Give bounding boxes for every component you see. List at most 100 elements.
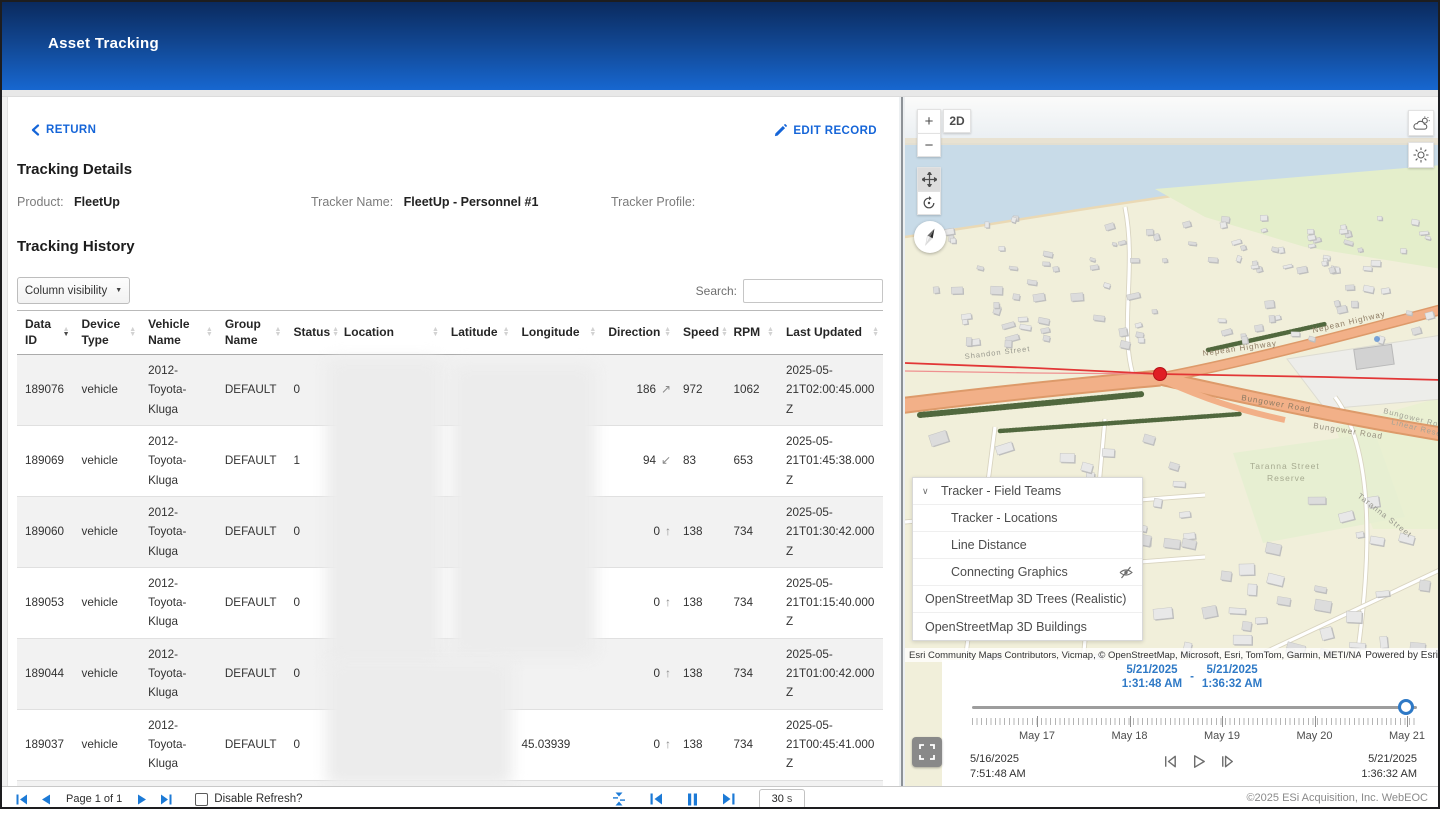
refresh-interval-value: 30 — [772, 793, 784, 805]
layer-label: OpenStreetMap 3D Buildings — [925, 620, 1087, 634]
axis-label: May 19 — [1204, 730, 1240, 742]
column-header-longitude[interactable]: Longitude▲▼ — [514, 311, 601, 355]
table-header-row: Data ID▲▼Device Type▲▼Vehicle Name▲▼Grou… — [17, 311, 883, 355]
layer-item-tracker-field-teams[interactable]: ∨Tracker - Field Teams — [913, 478, 1142, 505]
cell-direction: 94↙ — [600, 426, 675, 497]
cell-status: 0 — [285, 567, 335, 638]
time-slider-ticks — [972, 718, 1417, 725]
tracker-name-label: Tracker Name: — [311, 195, 393, 209]
powered-by-esri: Powered by Esri — [1361, 650, 1440, 661]
cell-direction: 0↑ — [600, 567, 675, 638]
edit-record-button[interactable]: EDIT RECORD — [774, 124, 877, 137]
footer-bar: Page 1 of 1 Disable Refresh? — [2, 786, 1438, 809]
weather-button[interactable] — [1408, 110, 1434, 136]
map-pane[interactable]: Shandon StreetNepean HighwayNepean Highw… — [905, 97, 1440, 786]
direction-arrow-icon: ↑ — [660, 737, 671, 751]
column-header-last-updated[interactable]: Last Updated▲▼ — [778, 311, 883, 355]
pan-tool-button[interactable] — [917, 167, 941, 191]
column-header-speed[interactable]: Speed▲▼ — [675, 311, 725, 355]
time-next-button[interactable] — [1218, 752, 1237, 771]
refresh-pause-button[interactable] — [687, 793, 698, 806]
tracker-marker[interactable] — [1154, 368, 1167, 381]
pencil-icon — [774, 124, 787, 137]
time-min-label: 5/16/20257:51:48 AM — [970, 752, 1026, 782]
table-row[interactable]: 189069vehicle2012-Toyota-KlugaDEFAULT194… — [17, 426, 883, 497]
cell-group-name: DEFAULT — [217, 426, 286, 497]
pagination-controls: Page 1 of 1 Disable Refresh? — [16, 787, 303, 809]
column-header-vehicle-name[interactable]: Vehicle Name▲▼ — [140, 311, 217, 355]
column-header-direction[interactable]: Direction▲▼ — [600, 311, 675, 355]
time-play-button[interactable] — [1189, 752, 1208, 771]
range-separator: - — [1190, 670, 1194, 684]
column-header-device-type[interactable]: Device Type▲▼ — [74, 311, 141, 355]
refresh-interval-input[interactable]: 30 s — [759, 789, 805, 809]
zoom-out-button[interactable]: − — [917, 133, 941, 157]
search-input[interactable] — [743, 279, 883, 303]
cell-location — [336, 355, 443, 426]
table-row[interactable]: 189060vehicle2012-Toyota-KlugaDEFAULT00↑… — [17, 496, 883, 567]
refresh-playback-controls: 30 s — [612, 787, 805, 809]
column-header-status[interactable]: Status▲▼ — [285, 311, 335, 355]
expand-map-button[interactable] — [912, 737, 942, 767]
table-row[interactable]: 189076vehicle2012-Toyota-KlugaDEFAULT018… — [17, 355, 883, 426]
column-header-location[interactable]: Location▲▼ — [336, 311, 443, 355]
refresh-last-button[interactable] — [722, 793, 735, 805]
eye-slash-icon[interactable] — [1119, 566, 1133, 579]
layer-item-connecting-graphics[interactable]: Connecting Graphics — [913, 559, 1142, 586]
layer-item-openstreetmap-3d-trees-realistic-[interactable]: OpenStreetMap 3D Trees (Realistic) — [913, 586, 1142, 613]
table-row[interactable]: 189053vehicle2012-Toyota-KlugaDEFAULT00↑… — [17, 567, 883, 638]
column-header-rpm[interactable]: RPM▲▼ — [725, 311, 777, 355]
cell-last-updated: 2025-05-21T01:30:42.000Z — [778, 496, 883, 567]
toggle-2d-button[interactable]: 2D — [943, 109, 971, 133]
rotate-tool-button[interactable] — [917, 191, 941, 215]
last-page-button[interactable] — [160, 794, 172, 805]
cell-status: 0 — [285, 496, 335, 567]
refresh-first-button[interactable] — [650, 793, 663, 805]
first-page-button[interactable] — [16, 794, 28, 805]
cell-device-type: vehicle — [74, 709, 141, 780]
cell-location — [336, 638, 443, 709]
column-visibility-button[interactable]: Column visibility ▼ — [17, 277, 130, 304]
collapse-button[interactable] — [612, 792, 626, 806]
cell-location — [336, 496, 443, 567]
daylight-button[interactable] — [1408, 142, 1434, 168]
column-header-data-id[interactable]: Data ID▲▼ — [17, 311, 74, 355]
cell-longitude — [514, 638, 601, 709]
layer-item-tracker-locations[interactable]: Tracker - Locations — [913, 505, 1142, 532]
table-row[interactable]: 189044vehicle2012-Toyota-KlugaDEFAULT00↑… — [17, 638, 883, 709]
previous-page-button[interactable] — [41, 794, 51, 805]
time-range-labels: 5/21/20251:31:48 AM - 5/21/20251:36:32 A… — [942, 663, 1440, 692]
table-row[interactable]: 189037vehicle2012-Toyota-KlugaDEFAULT045… — [17, 709, 883, 780]
product-label: Product: — [17, 195, 64, 209]
map-sky — [905, 97, 1440, 143]
cell-vehicle-name: 2012-Toyota-Kluga — [140, 355, 217, 426]
disable-refresh-checkbox[interactable] — [195, 793, 208, 806]
layer-label: Line Distance — [951, 538, 1027, 552]
cell-latitude — [443, 709, 514, 780]
cell-status: 0 — [285, 638, 335, 709]
layer-item-line-distance[interactable]: Line Distance — [913, 532, 1142, 559]
content-area: RETURN EDIT RECORD Tracking Details Prod… — [2, 97, 1438, 786]
cell-device-type: vehicle — [74, 638, 141, 709]
zoom-in-button[interactable]: + — [917, 109, 941, 133]
column-header-group-name[interactable]: Group Name▲▼ — [217, 311, 286, 355]
return-button[interactable]: RETURN — [31, 124, 96, 136]
time-slider-track[interactable] — [972, 706, 1417, 709]
cell-group-name: DEFAULT — [217, 567, 286, 638]
cell-data-id: 189060 — [17, 496, 74, 567]
cell-longitude — [514, 426, 601, 497]
next-page-button[interactable] — [137, 794, 147, 805]
cell-data-id: 189037 — [17, 709, 74, 780]
direction-arrow-icon: ↑ — [660, 595, 671, 609]
chevron-down-icon[interactable]: ∨ — [922, 486, 934, 497]
compass-button[interactable] — [914, 221, 946, 253]
cell-latitude — [443, 355, 514, 426]
column-header-latitude[interactable]: Latitude▲▼ — [443, 311, 514, 355]
map-horizon — [905, 138, 1440, 145]
cell-rpm: 734 — [725, 638, 777, 709]
layer-item-openstreetmap-3d-buildings[interactable]: OpenStreetMap 3D Buildings — [913, 613, 1142, 640]
sort-arrows-icon: ▲▼ — [63, 328, 70, 336]
time-previous-button[interactable] — [1160, 752, 1179, 771]
sort-arrows-icon: ▲▼ — [206, 328, 213, 336]
time-slider-handle[interactable] — [1398, 699, 1414, 715]
